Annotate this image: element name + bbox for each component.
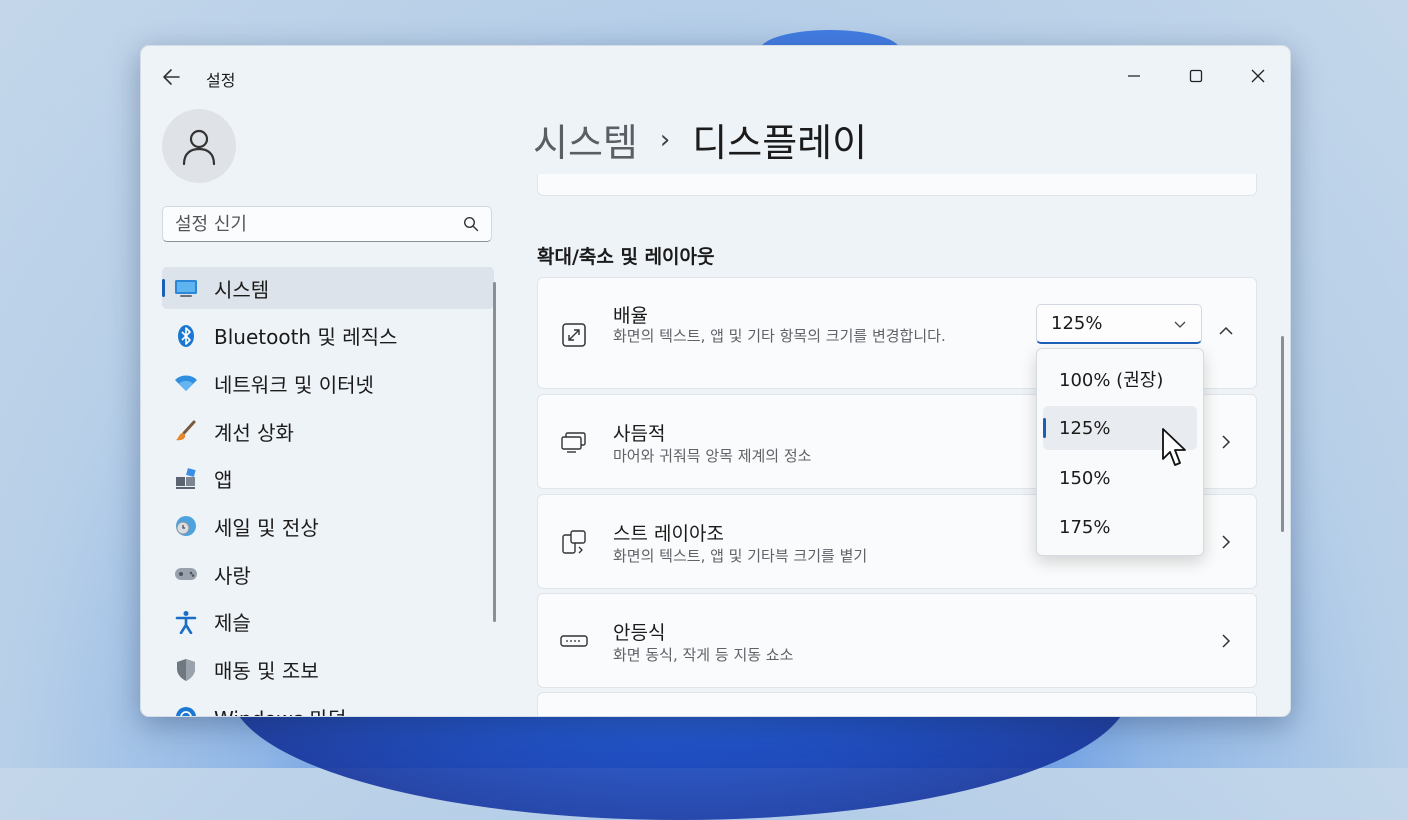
scale-option-100[interactable]: 100% (권장)	[1043, 357, 1197, 401]
setting-description: 화면의 텍스트, 앱 및 기타 항목의 크기를 변경합니다.	[613, 327, 946, 345]
settings-window: 설정 시스템	[140, 45, 1291, 717]
sidebar-item-gaming[interactable]: 사랑	[162, 553, 494, 595]
sidebar-item-accessibility[interactable]: 제슬	[162, 601, 494, 643]
chevron-right-icon[interactable]	[1216, 532, 1236, 552]
scale-combobox[interactable]: 125%	[1036, 304, 1202, 344]
sidebar-item-label: 네트워크 및 이터넷	[214, 372, 374, 397]
setting-description: 화면 동식, 작게 등 지동 쇼소	[613, 646, 794, 664]
sidebar-item-time-language[interactable]: 세일 및 전상	[162, 505, 494, 547]
sidebar-item-system[interactable]: 시스템	[162, 267, 494, 309]
setting-description: 마어와 귀줘믁 앙목 제계의 정소	[613, 447, 812, 465]
breadcrumb: 시스템 › 디스플레이	[533, 112, 867, 167]
setting-card-4[interactable]: 안등식 화면 동식, 작게 등 지동 쇼소	[537, 593, 1257, 688]
previous-setting-card	[537, 174, 1257, 196]
minimize-icon	[1128, 75, 1140, 77]
shield-icon	[174, 658, 198, 682]
sidebar-scrollbar[interactable]	[493, 282, 496, 622]
gamepad-icon	[174, 562, 198, 586]
chevron-right-icon[interactable]	[1216, 432, 1236, 452]
setting-title: 사듬적	[613, 423, 666, 445]
breadcrumb-separator: ›	[659, 124, 671, 155]
sidebar-item-label: Windows 마덕	[214, 703, 346, 716]
chevron-right-icon[interactable]	[1216, 631, 1236, 651]
minimize-button[interactable]	[1111, 56, 1157, 96]
wifi-icon	[174, 371, 198, 395]
user-avatar[interactable]	[162, 109, 236, 183]
sidebar-item-network[interactable]: 네트워크 및 이터넷	[162, 362, 494, 404]
section-title: 확대/축소 및 레이아웃	[537, 246, 715, 268]
breadcrumb-parent[interactable]: 시스템	[533, 112, 638, 167]
close-icon	[1251, 69, 1265, 83]
content-scrollbar[interactable]	[1281, 336, 1284, 532]
settings-search-box[interactable]	[162, 206, 492, 242]
maximize-button[interactable]	[1173, 56, 1219, 96]
scale-selected-value: 125%	[1051, 313, 1103, 334]
chevron-down-icon	[1174, 321, 1186, 328]
maximize-icon	[1189, 69, 1203, 83]
monitor-icon	[174, 276, 198, 300]
setting-description: 화면의 텍스트, 앱 및 기타븍 크기를 볕기	[613, 547, 868, 565]
app-title: 설정	[206, 71, 236, 90]
sidebar-item-windows-update[interactable]: Windows 마덕	[162, 696, 494, 716]
sidebar-item-label: 시스템	[214, 277, 270, 302]
chevron-up-icon[interactable]	[1216, 321, 1236, 341]
title-bar: 설정	[141, 46, 1290, 108]
close-button[interactable]	[1235, 56, 1281, 96]
person-icon	[182, 129, 216, 166]
display-bar-icon	[560, 627, 588, 655]
sidebar-item-label: 계선 상화	[214, 420, 294, 445]
apps-icon	[174, 467, 198, 491]
monitor-stack-icon	[560, 428, 588, 456]
globe-clock-icon	[174, 514, 198, 538]
setting-title: 스트 레이아조	[613, 523, 724, 545]
bluetooth-icon	[174, 324, 198, 348]
scale-icon	[560, 321, 588, 349]
sidebar-item-apps[interactable]: 앱	[162, 458, 494, 500]
sidebar-item-label: 매동 및 조보	[214, 659, 319, 683]
sidebar-item-label: Bluetooth 및 레직스	[214, 325, 398, 350]
search-icon[interactable]	[463, 216, 479, 232]
update-icon	[174, 705, 198, 716]
scale-option-175[interactable]: 175%	[1043, 505, 1197, 549]
sidebar-item-label: 세일 및 전상	[214, 515, 319, 540]
back-arrow-icon[interactable]	[161, 66, 183, 88]
sidebar-nav: 시스템 Bluetooth 및 레직스 네트워크 및 이터넷 계선 상화 앱 세…	[162, 267, 494, 716]
sidebar-item-label: 앱	[214, 468, 233, 493]
sidebar-item-bluetooth[interactable]: Bluetooth 및 레직스	[162, 315, 494, 357]
search-input[interactable]	[175, 213, 463, 235]
sidebar-item-personalization[interactable]: 계선 상화	[162, 410, 494, 452]
setting-title: 안등식	[613, 622, 666, 644]
setting-title: 배율	[613, 305, 648, 327]
brush-icon	[174, 419, 198, 443]
sidebar-item-label: 사랑	[214, 563, 251, 588]
setting-card-5	[537, 692, 1257, 716]
page-title: 디스플레이	[692, 121, 868, 165]
sidebar-item-privacy-security[interactable]: 매동 및 조보	[162, 649, 494, 691]
rotate-screen-icon	[560, 528, 588, 556]
accessibility-icon	[174, 610, 198, 634]
mouse-cursor-icon	[1162, 428, 1186, 466]
sidebar-item-label: 제슬	[214, 611, 251, 636]
